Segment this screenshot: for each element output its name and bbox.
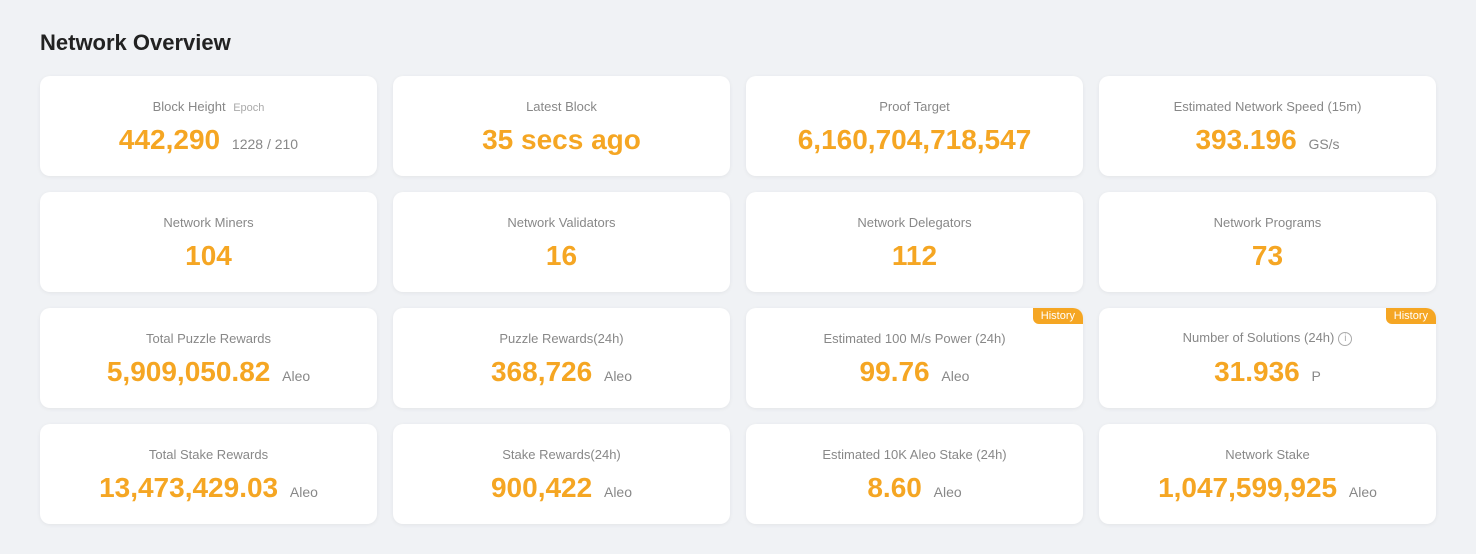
history-badge[interactable]: History (1033, 308, 1083, 324)
card-number-of-solutions: History Number of Solutions (24h)i 31.936 … (1099, 308, 1436, 408)
card-unit-puzzle-rewards-24h: Aleo (604, 368, 632, 384)
card-latest-block: Latest Block 35 secs ago (393, 76, 730, 176)
card-value-number-of-solutions: 31.936 P (1214, 356, 1321, 388)
card-value-estimated-100ms-power: 99.76 Aleo (860, 356, 970, 388)
card-value-latest-block: 35 secs ago (482, 124, 641, 156)
card-label-estimated-network-speed: Estimated Network Speed (15m) (1174, 99, 1362, 114)
card-unit-estimated-100ms-power: Aleo (941, 368, 969, 384)
card-value-network-stake: 1,047,599,925 Aleo (1158, 472, 1377, 504)
card-value-stake-rewards-24h: 900,422 Aleo (491, 472, 632, 504)
epoch-label: Epoch (233, 102, 264, 114)
card-label-total-puzzle-rewards: Total Puzzle Rewards (146, 331, 271, 346)
card-value-network-validators: 16 (546, 240, 577, 272)
card-network-programs: Network Programs 73 (1099, 192, 1436, 292)
card-network-stake: Network Stake 1,047,599,925 Aleo (1099, 424, 1436, 524)
card-unit-estimated-10k-aleo-stake: Aleo (934, 484, 962, 500)
card-label-network-delegators: Network Delegators (857, 215, 971, 230)
card-value-puzzle-rewards-24h: 368,726 Aleo (491, 356, 632, 388)
card-label-number-of-solutions: Number of Solutions (24h)i (1183, 330, 1353, 346)
overview-grid: Block Height Epoch 442,290 1228 / 210 Late… (40, 76, 1436, 524)
card-value-proof-target: 6,160,704,718,547 (798, 124, 1032, 156)
card-total-puzzle-rewards: Total Puzzle Rewards 5,909,050.82 Aleo (40, 308, 377, 408)
card-puzzle-rewards-24h: Puzzle Rewards(24h) 368,726 Aleo (393, 308, 730, 408)
card-label-network-stake: Network Stake (1225, 447, 1310, 462)
info-icon[interactable]: i (1338, 332, 1352, 346)
card-label-proof-target: Proof Target (879, 99, 950, 114)
card-label-stake-rewards-24h: Stake Rewards(24h) (502, 447, 621, 462)
card-unit-total-stake-rewards: Aleo (290, 484, 318, 500)
card-value-block-height: 442,290 1228 / 210 (119, 124, 298, 156)
card-value-estimated-network-speed: 393.196 GS/s (1195, 124, 1339, 156)
card-label-estimated-100ms-power: Estimated 100 M/s Power (24h) (823, 331, 1005, 346)
history-badge[interactable]: History (1386, 308, 1436, 324)
card-unit-stake-rewards-24h: Aleo (604, 484, 632, 500)
card-label-total-stake-rewards: Total Stake Rewards (149, 447, 268, 462)
card-network-miners: Network Miners 104 (40, 192, 377, 292)
card-proof-target: Proof Target 6,160,704,718,547 (746, 76, 1083, 176)
card-stake-rewards-24h: Stake Rewards(24h) 900,422 Aleo (393, 424, 730, 524)
card-value-network-miners: 104 (185, 240, 232, 272)
card-label-latest-block: Latest Block (526, 99, 597, 114)
card-estimated-10k-aleo-stake: Estimated 10K Aleo Stake (24h) 8.60 Aleo (746, 424, 1083, 524)
card-label-block-height: Block Height Epoch (153, 99, 265, 114)
card-estimated-100ms-power: History Estimated 100 M/s Power (24h) 99.7… (746, 308, 1083, 408)
card-label-network-programs: Network Programs (1214, 215, 1322, 230)
card-label-puzzle-rewards-24h: Puzzle Rewards(24h) (499, 331, 623, 346)
card-value-total-puzzle-rewards: 5,909,050.82 Aleo (107, 356, 310, 388)
epoch-sub: 1228 / 210 (232, 136, 298, 152)
card-unit-estimated-network-speed: GS/s (1308, 136, 1339, 152)
card-label-network-miners: Network Miners (163, 215, 253, 230)
card-unit-number-of-solutions: P (1312, 368, 1321, 384)
card-value-network-delegators: 112 (892, 240, 937, 272)
card-unit-network-stake: Aleo (1349, 484, 1377, 500)
card-estimated-network-speed: Estimated Network Speed (15m) 393.196 GS/… (1099, 76, 1436, 176)
card-value-total-stake-rewards: 13,473,429.03 Aleo (99, 472, 318, 504)
card-network-delegators: Network Delegators 112 (746, 192, 1083, 292)
card-value-estimated-10k-aleo-stake: 8.60 Aleo (867, 472, 961, 504)
card-network-validators: Network Validators 16 (393, 192, 730, 292)
card-total-stake-rewards: Total Stake Rewards 13,473,429.03 Aleo (40, 424, 377, 524)
card-block-height: Block Height Epoch 442,290 1228 / 210 (40, 76, 377, 176)
card-label-network-validators: Network Validators (507, 215, 615, 230)
card-unit-total-puzzle-rewards: Aleo (282, 368, 310, 384)
card-label-estimated-10k-aleo-stake: Estimated 10K Aleo Stake (24h) (822, 447, 1006, 462)
page-title: Network Overview (40, 30, 1436, 56)
card-value-network-programs: 73 (1252, 240, 1283, 272)
